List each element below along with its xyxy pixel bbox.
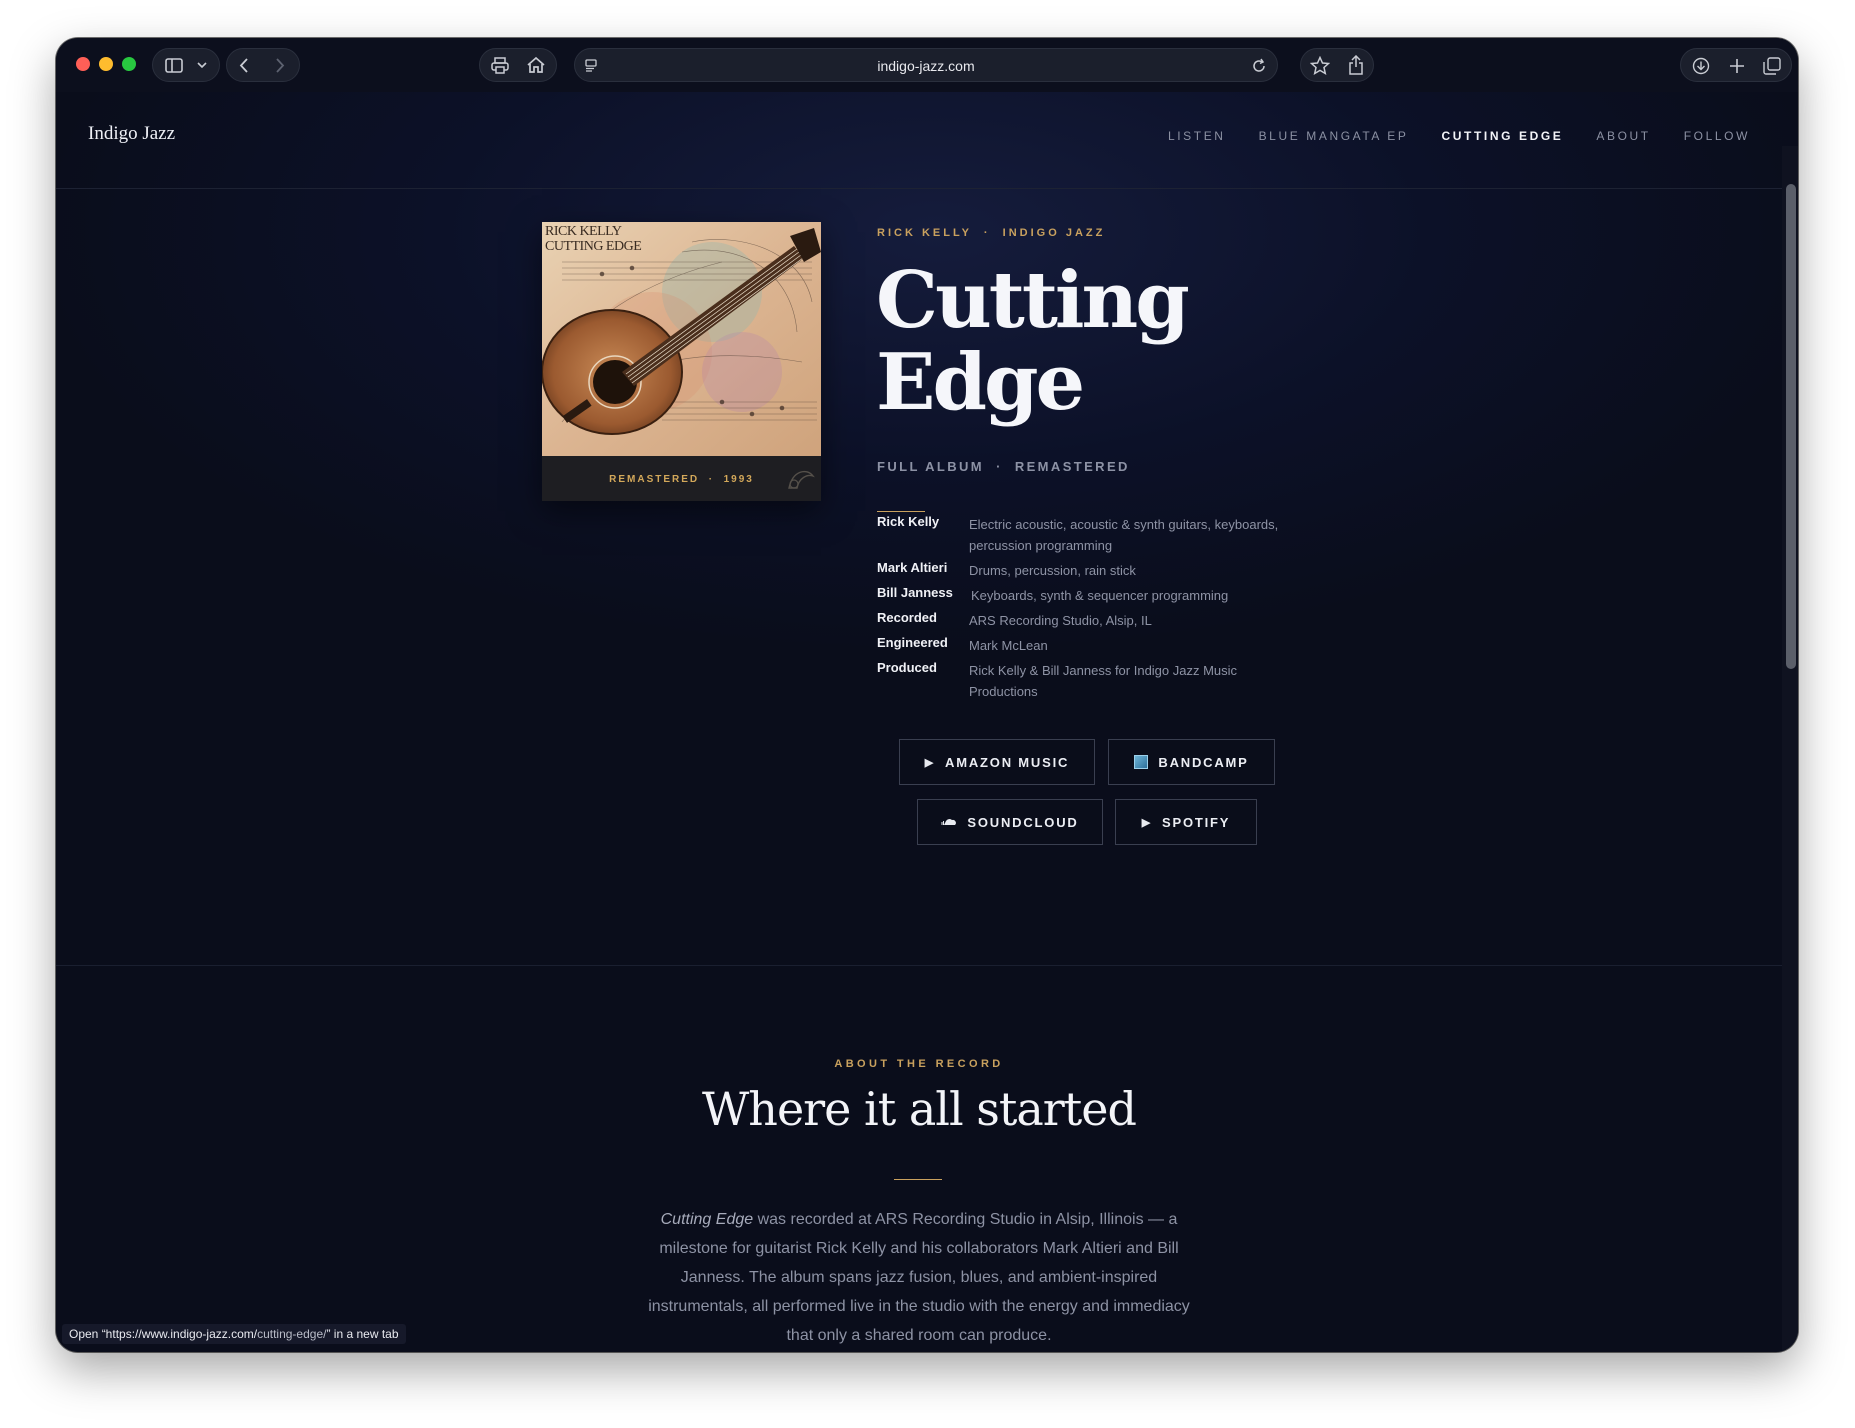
soundcloud-label: SOUNDCLOUD — [967, 814, 1079, 830]
cover-title-line1: RICK KELLY — [545, 224, 622, 239]
cover-caption-band: REMASTERED · 1993 — [542, 456, 821, 501]
bandcamp-label: BANDCAMP — [1158, 754, 1249, 770]
credit-name: Engineered — [877, 635, 948, 650]
album-subtitle: FULL ALBUM · REMASTERED — [877, 459, 1130, 474]
cover-caption: REMASTERED · 1993 — [609, 474, 754, 485]
credit-role: ARS Recording Studio, Alsip, IL — [969, 613, 1152, 628]
credit-role: Drums, percussion, rain stick — [969, 563, 1136, 578]
url-text: indigo-jazz.com — [877, 58, 975, 74]
new-tab-icon[interactable] — [1729, 58, 1745, 74]
credit-role: Rick Kelly & Bill Janness for Indigo Jaz… — [969, 663, 1238, 699]
credits-list: Rick Kelly Electric acoustic, acoustic &… — [877, 514, 1317, 708]
about-title: Where it all started — [702, 1082, 1137, 1136]
logo-icon — [788, 470, 815, 489]
status-url-prefix: Open “https://www.indigo-jazz.com/ — [69, 1327, 258, 1341]
status-url-path: cutting-edge/ — [257, 1327, 327, 1341]
print-button[interactable] — [491, 57, 509, 74]
link-status-bar: Open “https://www.indigo-jazz.com/cuttin… — [62, 1324, 406, 1344]
zoom-window-button[interactable] — [122, 57, 136, 71]
credit-row: Mark Altieri Drums, percussion, rain sti… — [877, 560, 1317, 581]
spotify-label: SPOTIFY — [1162, 814, 1231, 830]
album-title: Cutting Edge — [876, 260, 1236, 424]
site-nav: LISTEN BLUE MANGATA EP CUTTING EDGE ABOU… — [1168, 129, 1750, 143]
web-page: Indigo Jazz LISTEN BLUE MANGATA EP CUTTI… — [56, 92, 1798, 1352]
spotify-button[interactable]: ▶ SPOTIFY — [1115, 799, 1257, 845]
credit-row: Rick Kelly Electric acoustic, acoustic &… — [877, 514, 1317, 556]
bandcamp-button[interactable]: BANDCAMP — [1108, 739, 1275, 785]
cover-title: RICK KELLY CUTTING EDGE — [545, 224, 642, 254]
sidebar-toggle-button[interactable] — [152, 48, 220, 82]
nav-follow[interactable]: FOLLOW — [1684, 129, 1750, 143]
status-url-suffix: ” in a new tab — [326, 1327, 399, 1341]
album-cover: RICK KELLY CUTTING EDGE REMASTERED · 199… — [542, 222, 821, 501]
credit-role: Mark McLean — [969, 638, 1048, 653]
site-brand[interactable]: Indigo Jazz — [88, 123, 175, 145]
back-button[interactable] — [239, 58, 249, 73]
downloads-icon[interactable] — [1692, 57, 1710, 75]
toolbar-group — [479, 48, 557, 82]
about-eyebrow: ABOUT THE RECORD — [834, 1058, 1004, 1070]
history-nav — [226, 48, 300, 82]
share-icon[interactable] — [1348, 55, 1364, 75]
album-title-line2: Edge — [876, 337, 1085, 428]
credit-row: Recorded ARS Recording Studio, Alsip, IL — [877, 610, 1317, 631]
guitar-artwork — [542, 222, 821, 456]
credit-row: Produced Rick Kelly & Bill Janness for I… — [877, 660, 1317, 702]
reload-icon[interactable] — [1251, 58, 1267, 74]
site-header: Indigo Jazz LISTEN BLUE MANGATA EP CUTTI… — [56, 92, 1782, 189]
credit-name: Rick Kelly — [877, 514, 940, 529]
toolbar-group-right — [1300, 48, 1374, 82]
credit-name: Produced — [877, 660, 937, 675]
bookmark-star-icon[interactable] — [1310, 56, 1330, 75]
divider-rule — [877, 511, 925, 512]
scrollbar-thumb[interactable] — [1786, 184, 1796, 669]
minimize-window-button[interactable] — [99, 57, 113, 71]
about-body-album-name: Cutting Edge — [660, 1211, 754, 1228]
artist-eyebrow: RICK KELLY · INDIGO JAZZ — [877, 227, 1106, 239]
forward-button[interactable] — [275, 58, 285, 73]
nav-listen[interactable]: LISTEN — [1168, 129, 1226, 143]
credit-row: Engineered Mark McLean — [877, 635, 1317, 656]
credit-name: Bill Janness — [877, 585, 953, 600]
soundcloud-button[interactable]: SOUNDCLOUD — [917, 799, 1103, 845]
toolbar-group-far-right — [1680, 48, 1792, 82]
close-window-button[interactable] — [76, 57, 90, 71]
credit-name: Mark Altieri — [877, 560, 948, 575]
nav-cutting-edge[interactable]: CUTTING EDGE — [1442, 129, 1564, 143]
address-bar[interactable]: indigo-jazz.com — [574, 48, 1278, 82]
nav-about[interactable]: ABOUT — [1596, 129, 1650, 143]
amazon-music-label: AMAZON MUSIC — [945, 754, 1070, 770]
play-icon: ▶ — [1141, 816, 1153, 829]
browser-window: indigo-jazz.com Indigo Jazz LISTEN BLUE … — [56, 38, 1798, 1352]
credit-row: Bill Janness Keyboards, synth & sequence… — [877, 585, 1317, 606]
bandcamp-icon — [1134, 755, 1149, 769]
about-divider-rule — [894, 1179, 942, 1180]
section-divider — [56, 965, 1782, 966]
sidebar-icon — [165, 58, 183, 73]
credit-role: Electric acoustic, acoustic & synth guit… — [969, 517, 1279, 553]
amazon-music-button[interactable]: ▶ AMAZON MUSIC — [899, 739, 1095, 785]
home-button[interactable] — [526, 56, 546, 74]
nav-blue-mangata-ep[interactable]: BLUE MANGATA EP — [1259, 129, 1409, 143]
credit-role: Keyboards, synth & sequencer programming — [971, 588, 1229, 603]
album-title-line1: Cutting — [876, 255, 1190, 346]
about-body-text: was recorded at ARS Recording Studio in … — [648, 1211, 1190, 1344]
credit-name: Recorded — [877, 610, 937, 625]
tab-overview-icon[interactable] — [1763, 57, 1781, 75]
about-body: Cutting Edge was recorded at ARS Recordi… — [639, 1205, 1199, 1350]
soundcloud-icon — [941, 819, 957, 825]
chevron-down-icon — [197, 62, 207, 69]
cover-title-line2: CUTTING EDGE — [545, 239, 642, 254]
browser-toolbar: indigo-jazz.com — [56, 38, 1798, 92]
play-icon: ▶ — [924, 756, 936, 769]
